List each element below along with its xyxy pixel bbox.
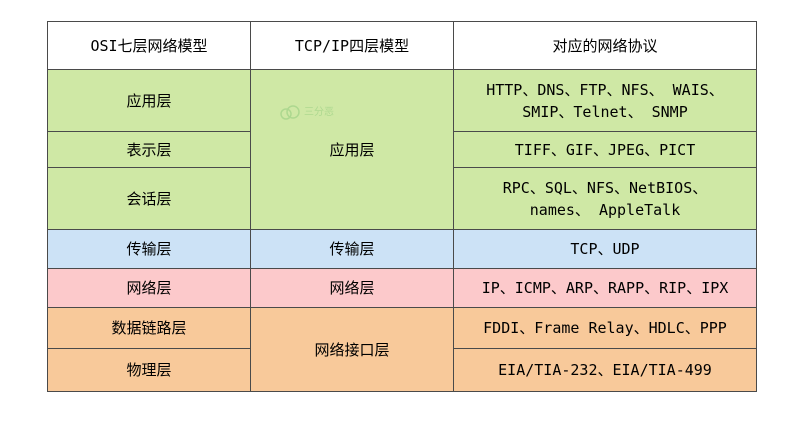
osi-session-layer: 会话层 xyxy=(47,167,251,230)
header-row: OSI七层网络模型 TCP/IP四层模型 对应的网络协议 xyxy=(47,21,757,70)
tcpip-transport-layer: 传输层 xyxy=(250,229,454,269)
row-data-link: 数据链路层 网络接口层 FDDI、Frame Relay、HDLC、PPP xyxy=(47,307,757,392)
osi-physical-layer: 物理层 xyxy=(47,348,251,392)
osi-application-layer: 应用层 xyxy=(47,69,251,132)
tcpip-application-layer: 三分恶 应用层 xyxy=(250,69,454,230)
header-osi: OSI七层网络模型 xyxy=(47,21,251,70)
row-transport: 传输层 传输层 TCP、UDP xyxy=(47,229,757,269)
osi-transport-layer: 传输层 xyxy=(47,229,251,269)
protocols-application-line2: SMIP、Telnet、 SNMP xyxy=(522,102,688,121)
osi-presentation-layer: 表示层 xyxy=(47,131,251,168)
watermark-text: 三分恶 xyxy=(304,107,334,118)
tcpip-link-layer: 网络接口层 xyxy=(250,307,454,392)
tcpip-application-label: 应用层 xyxy=(329,140,375,159)
protocols-physical: EIA/TIA-232、EIA/TIA-499 xyxy=(453,348,757,392)
protocols-data-link: FDDI、Frame Relay、HDLC、PPP xyxy=(453,307,757,349)
protocols-session: RPC、SQL、NFS、NetBIOS、 names、 AppleTalk xyxy=(453,167,757,230)
protocols-presentation: TIFF、GIF、JPEG、PICT xyxy=(453,131,757,168)
cloud-logo-icon xyxy=(280,105,300,120)
protocols-session-line1: RPC、SQL、NFS、NetBIOS、 xyxy=(502,178,708,197)
protocols-application: HTTP、DNS、FTP、NFS、 WAIS、 SMIP、Telnet、 SNM… xyxy=(453,69,757,132)
osi-network-layer: 网络层 xyxy=(47,268,251,308)
header-protocols: 对应的网络协议 xyxy=(453,21,757,70)
osi-data-link-layer: 数据链路层 xyxy=(47,307,251,349)
protocols-session-line2: names、 AppleTalk xyxy=(529,200,681,219)
protocols-transport: TCP、UDP xyxy=(453,229,757,269)
tcpip-network-layer: 网络层 xyxy=(250,268,454,308)
header-tcpip: TCP/IP四层模型 xyxy=(250,21,454,70)
osi-tcpip-comparison-table: OSI七层网络模型 TCP/IP四层模型 对应的网络协议 应用层 三分恶 应用层… xyxy=(47,21,757,392)
protocols-application-line1: HTTP、DNS、FTP、NFS、 WAIS、 xyxy=(486,80,724,99)
protocols-network: IP、ICMP、ARP、RAPP、RIP、IPX xyxy=(453,268,757,308)
watermark: 三分恶 xyxy=(279,102,334,124)
row-network: 网络层 网络层 IP、ICMP、ARP、RAPP、RIP、IPX xyxy=(47,268,757,308)
row-application: 应用层 三分恶 应用层 HTTP、DNS、FTP、NFS、 WAIS、 SMIP… xyxy=(47,69,757,230)
